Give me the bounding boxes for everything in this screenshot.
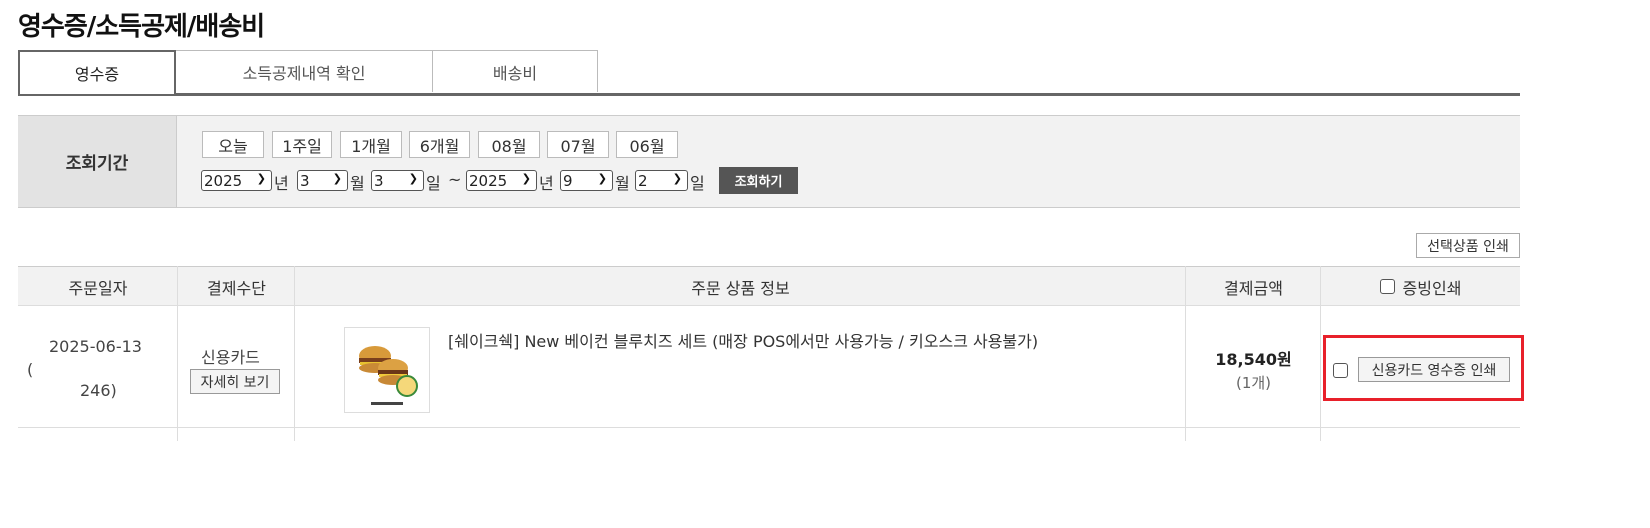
from-month-unit: 월 <box>350 174 365 193</box>
chevron-down-icon: ❯ <box>672 172 682 185</box>
quick-07-button[interactable]: 07월 <box>547 131 609 158</box>
quick-today-button[interactable]: 오늘 <box>202 131 264 158</box>
highlight-box <box>1323 335 1524 401</box>
from-year-unit: 년 <box>274 174 289 193</box>
order-date: 2025-06-13 <box>49 337 142 356</box>
tab-income-deduction[interactable]: 소득공제내역 확인 <box>175 50 433 92</box>
tab-shipping-fee[interactable]: 배송비 <box>432 50 598 92</box>
chevron-down-icon: ❯ <box>597 172 607 185</box>
search-button[interactable]: 조회하기 <box>719 167 798 194</box>
to-month-unit: 월 <box>615 174 630 193</box>
header-proof-print-label: 증빙인쇄 <box>1402 278 1462 298</box>
select-all-checkbox[interactable] <box>1379 279 1395 294</box>
product-name[interactable]: [쉐이크쉑] New 베이컨 블루치즈 세트 (매장 POS에서만 사용가능 /… <box>448 328 1038 352</box>
from-day-unit: 일 <box>426 174 441 193</box>
page-title: 영수증/소득공제/배송비 <box>18 12 265 42</box>
from-month-select[interactable]: 3 ❯ <box>297 170 348 191</box>
tab-receipt[interactable]: 영수증 <box>18 50 176 94</box>
header-order-date: 주문일자 <box>68 278 128 298</box>
period-label: 조회기간 <box>18 116 177 207</box>
from-day-value: 3 <box>374 171 384 190</box>
to-day-unit: 일 <box>690 174 705 193</box>
quick-6month-button[interactable]: 6개월 <box>409 131 470 158</box>
product-thumbnail[interactable] <box>344 327 430 413</box>
chevron-down-icon: ❯ <box>256 172 266 185</box>
to-year-select[interactable]: 2025 ❯ <box>466 170 537 191</box>
from-month-value: 3 <box>300 171 310 190</box>
from-day-select[interactable]: 3 ❯ <box>371 170 424 191</box>
from-year-value: 2025 <box>204 171 243 190</box>
print-selected-button[interactable]: 선택상품 인쇄 <box>1416 233 1520 258</box>
quick-06-button[interactable]: 06월 <box>616 131 678 158</box>
detail-view-button[interactable]: 자세히 보기 <box>190 369 280 394</box>
column-divider <box>294 266 295 441</box>
from-year-select[interactable]: 2025 ❯ <box>201 170 272 191</box>
order-number-suffix: 246) <box>80 381 117 400</box>
to-month-value: 9 <box>563 171 573 190</box>
quantity: (1개) <box>1235 374 1272 392</box>
to-year-value: 2025 <box>469 171 508 190</box>
row-divider <box>18 427 1520 428</box>
quick-1month-button[interactable]: 1개월 <box>340 131 402 158</box>
order-number-prefix: (2 <box>27 360 33 379</box>
column-divider <box>177 266 178 441</box>
quick-1week-button[interactable]: 1주일 <box>272 131 332 158</box>
to-year-unit: 년 <box>539 174 554 193</box>
to-day-select[interactable]: 2 ❯ <box>635 170 688 191</box>
header-proof-print: 증빙인쇄 <box>1321 267 1520 306</box>
header-product-info: 주문 상품 정보 <box>691 278 790 298</box>
burger-image <box>359 346 418 405</box>
tab-bar: 영수증 소득공제내역 확인 배송비 <box>18 50 1520 96</box>
payment-method: 신용카드 <box>201 348 260 367</box>
date-range-separator: ~ <box>448 170 462 189</box>
to-month-select[interactable]: 9 ❯ <box>560 170 613 191</box>
period-filter: 조회기간 오늘 1주일 1개월 6개월 08월 07월 06월 2025 ❯ 년… <box>18 115 1520 208</box>
table-header: 주문일자 결제수단 주문 상품 정보 결제금액 증빙인쇄 <box>18 266 1520 306</box>
price: 18,540원 <box>1215 350 1292 369</box>
chevron-down-icon: ❯ <box>521 172 531 185</box>
chevron-down-icon: ❯ <box>408 172 418 185</box>
to-day-value: 2 <box>638 171 648 190</box>
quick-08-button[interactable]: 08월 <box>478 131 540 158</box>
header-amount: 결제금액 <box>1224 278 1283 298</box>
chevron-down-icon: ❯ <box>332 172 342 185</box>
header-payment-method: 결제수단 <box>207 278 266 298</box>
